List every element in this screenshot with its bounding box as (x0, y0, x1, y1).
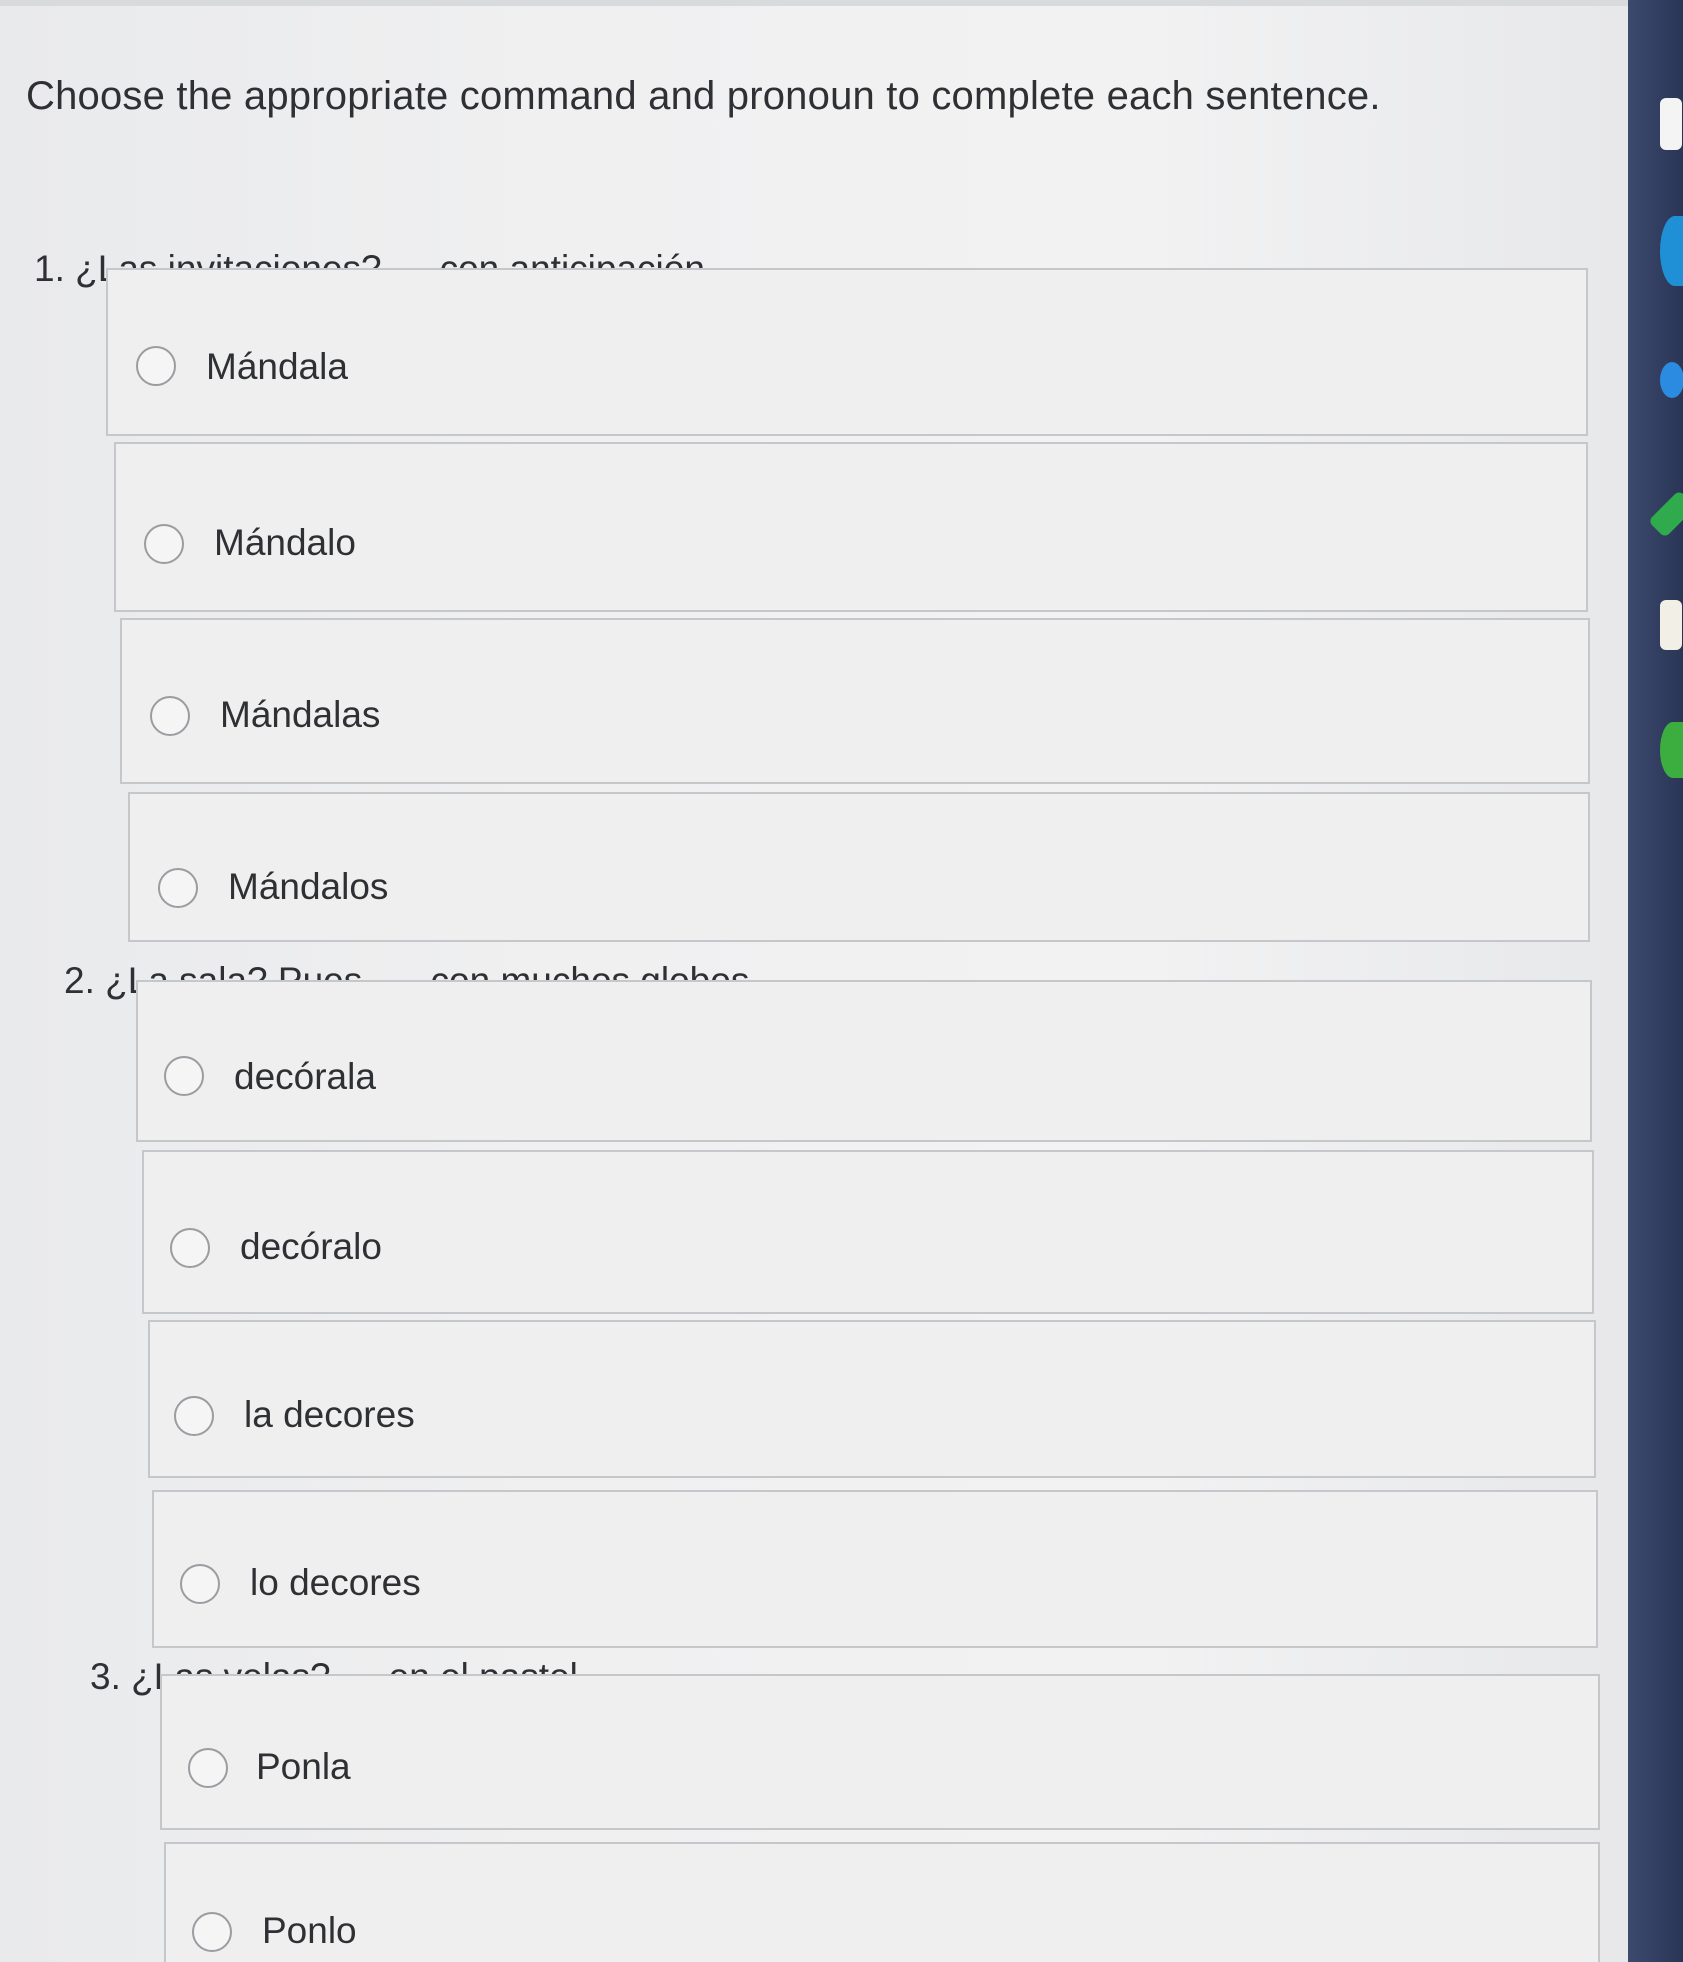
answer-option[interactable]: Mándala (106, 268, 1588, 436)
app-icon[interactable] (1660, 216, 1683, 286)
answer-option[interactable]: decóralo (142, 1150, 1594, 1314)
option-label: Mándala (206, 346, 348, 387)
option-label: Mándalo (214, 522, 356, 563)
option-label: Mándalos (228, 866, 389, 907)
radio-button[interactable] (158, 868, 198, 908)
option-label: decóralo (240, 1226, 382, 1267)
radio-button[interactable] (192, 1912, 232, 1952)
radio-button[interactable] (188, 1748, 228, 1788)
radio-button[interactable] (150, 696, 190, 736)
document-icon[interactable] (1660, 98, 1682, 150)
answer-option[interactable]: la decores (148, 1320, 1596, 1478)
notes-icon[interactable] (1660, 600, 1682, 650)
answer-option[interactable]: Mándalas (120, 618, 1590, 784)
cloud-icon[interactable] (1660, 362, 1683, 398)
option-label: la decores (244, 1394, 415, 1435)
top-divider (0, 0, 1628, 6)
answer-option[interactable]: Ponlo (164, 1842, 1600, 1962)
answer-option[interactable]: Mándalos (128, 792, 1590, 942)
radio-button[interactable] (164, 1056, 204, 1096)
refresh-icon[interactable] (1660, 722, 1683, 778)
answer-option[interactable]: Ponla (160, 1674, 1600, 1830)
radio-button[interactable] (170, 1228, 210, 1268)
option-label: Ponla (256, 1746, 351, 1787)
option-label: decórala (234, 1056, 376, 1097)
answer-option[interactable]: decórala (136, 980, 1592, 1142)
option-label: Ponlo (262, 1910, 357, 1951)
option-label: Mándalas (220, 694, 381, 735)
answer-option[interactable]: Mándalo (114, 442, 1588, 612)
answer-option[interactable]: lo decores (152, 1490, 1598, 1648)
radio-button[interactable] (174, 1396, 214, 1436)
quiz-page: Choose the appropriate command and prono… (0, 0, 1628, 1962)
instructions-text: Choose the appropriate command and prono… (26, 74, 1381, 118)
side-dock (1628, 0, 1683, 1962)
radio-button[interactable] (144, 524, 184, 564)
radio-button[interactable] (180, 1564, 220, 1604)
option-label: lo decores (250, 1562, 421, 1603)
radio-button[interactable] (136, 346, 176, 386)
